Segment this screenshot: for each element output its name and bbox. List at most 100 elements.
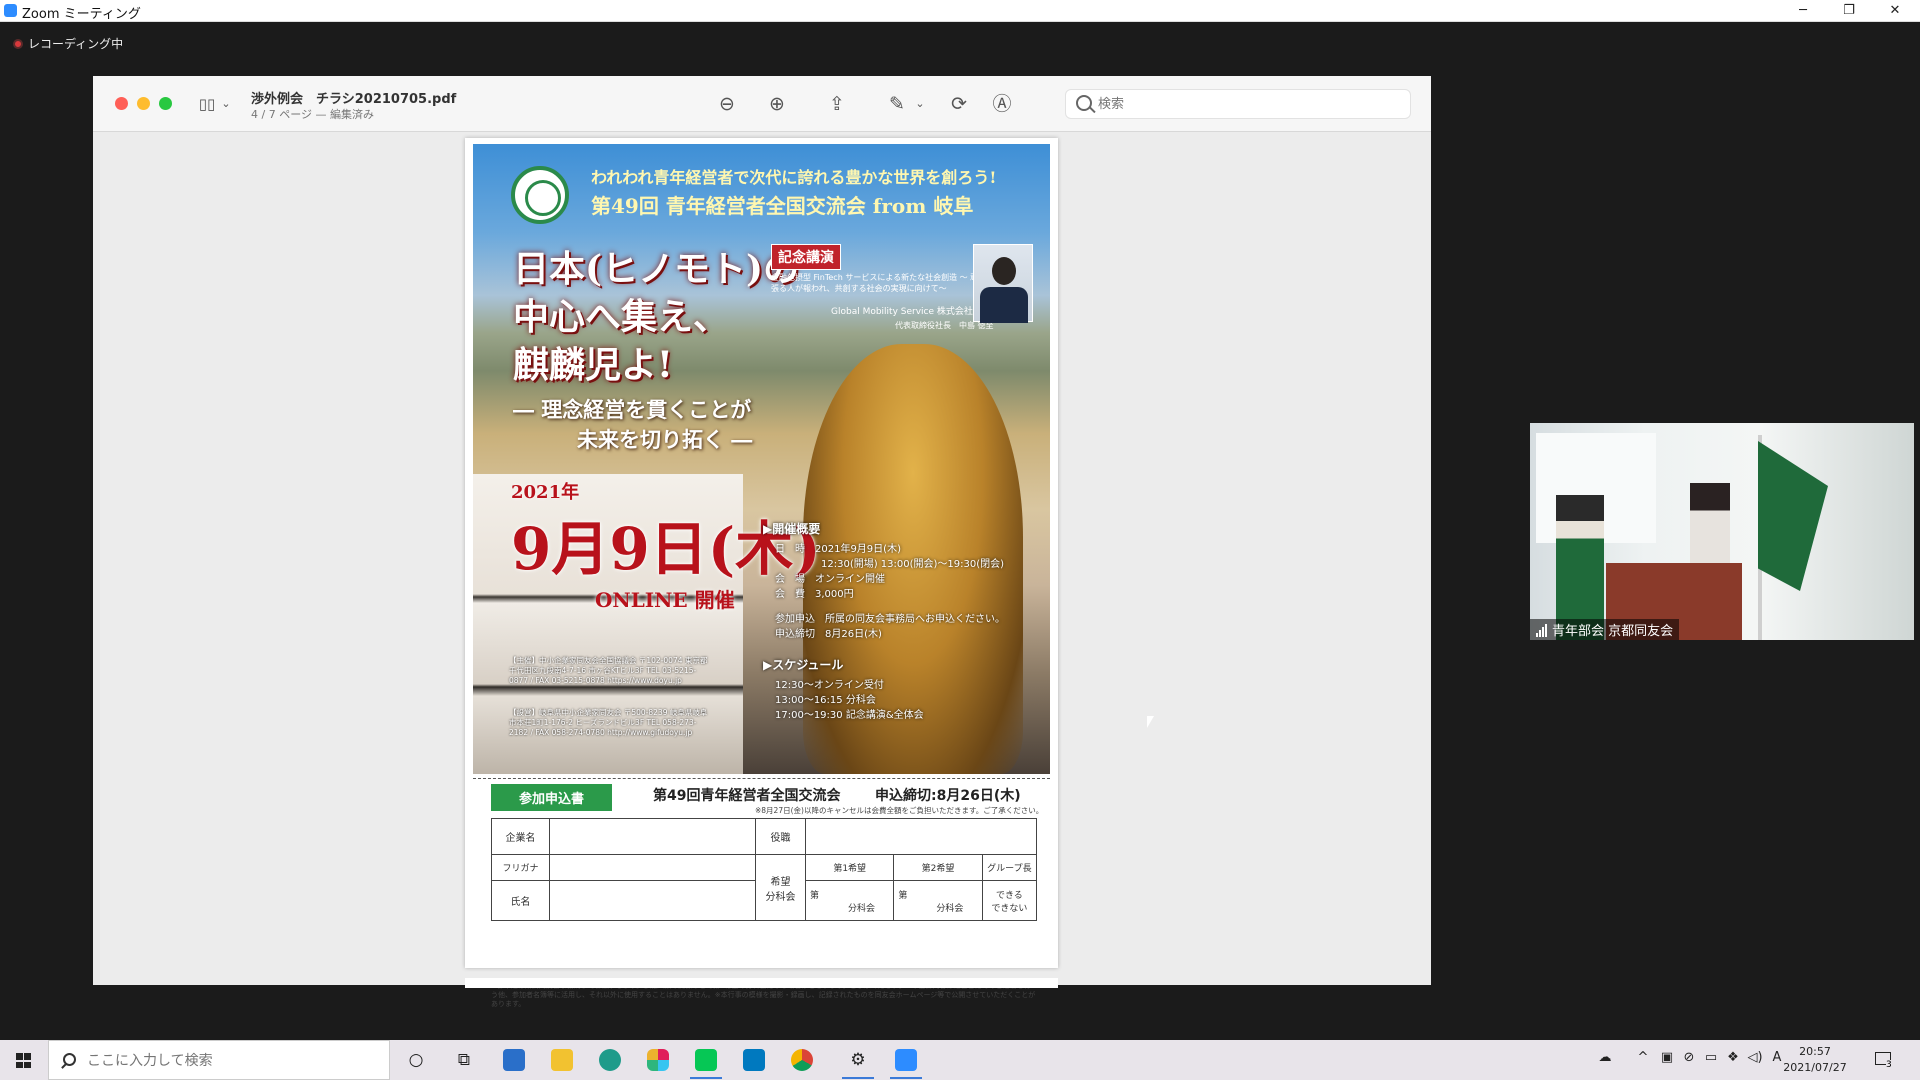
schedule-item: 12:30～オンライン受付 xyxy=(775,680,884,691)
company-cell xyxy=(549,818,756,855)
device-icon[interactable]: ▣ xyxy=(1656,1050,1678,1065)
clock-time: 20:57 xyxy=(1799,1045,1831,1058)
pdf-page: われわれ青年経営者で次代に誇れる豊かな世界を創ろう! 第49回 青年経営者全国交… xyxy=(465,138,1058,1008)
flyer-event-title: 第49回 青年経営者全国交流会 from 岐阜 xyxy=(591,194,974,218)
show-hidden-icons-icon[interactable]: ^ xyxy=(1632,1050,1654,1065)
windows-taskbar: ○ ⧉ ⚙ ☁ ^ ▣ ⊘ ▭ ❖ ◁) A 20:57 2021/07/27 … xyxy=(0,1040,1920,1080)
start-button[interactable] xyxy=(0,1040,48,1080)
rotate-icon[interactable]: ⟳ xyxy=(945,90,973,118)
close-window-button[interactable] xyxy=(115,97,128,110)
page-info: 4 / 7 ページ — 編集済み xyxy=(251,108,374,121)
schedule-item: 17:00～19:30 記念講演&全体会 xyxy=(775,710,924,721)
taskbar-search-box[interactable] xyxy=(48,1040,390,1080)
online-label: ONLINE 開催 xyxy=(595,588,735,612)
schedule-heading: ▶スケジュール xyxy=(763,658,844,672)
weather-icon[interactable]: ☁ xyxy=(1594,1050,1616,1065)
overview-item: 12:30(開場) 13:00(開会)～19:30(閉会) xyxy=(821,559,1005,570)
overview-item: 申込締切 8月26日(木) xyxy=(775,629,882,640)
edge-icon[interactable] xyxy=(590,1045,630,1075)
furigana-label: フリガナ xyxy=(491,854,550,881)
bw-app-icon[interactable] xyxy=(494,1045,534,1075)
form-deadline: 申込締切:8月26日(木) xyxy=(875,788,1021,804)
taskbar-search-input[interactable] xyxy=(87,1051,377,1071)
restore-button[interactable]: ❐ xyxy=(1826,0,1872,22)
preview-search-input[interactable] xyxy=(1098,94,1398,114)
subline-1: ― 理念経営を貫くことが xyxy=(513,397,752,422)
zoom-window-button[interactable] xyxy=(159,97,172,110)
taskbar-clock[interactable]: 20:57 2021/07/27 xyxy=(1780,1044,1850,1076)
schedule-item: 13:00～16:15 分科会 xyxy=(775,695,876,706)
name-cell xyxy=(549,880,756,921)
doyukai-logo-icon xyxy=(511,166,569,224)
first-choice-cell: 第分科会 xyxy=(804,880,895,921)
sidebar-toggle-icon[interactable]: ▯▯ xyxy=(193,90,221,118)
company-label: 企業名 xyxy=(491,818,550,855)
event-year: 2021年 xyxy=(511,482,580,503)
minimize-window-button[interactable] xyxy=(137,97,150,110)
clock-date: 2021/07/27 xyxy=(1783,1061,1847,1074)
recording-label: レコーディング中 xyxy=(28,37,124,51)
search-icon xyxy=(63,1053,76,1066)
position-label: 役職 xyxy=(755,818,806,855)
window-title: Zoom ミーティング xyxy=(22,7,141,22)
windows-logo-icon xyxy=(16,1053,31,1068)
notification-center-icon[interactable]: 3 xyxy=(1872,1048,1896,1072)
file-explorer-icon[interactable] xyxy=(542,1045,582,1075)
group-leader-cell: できる できない xyxy=(981,880,1038,921)
preview-toolbar: ▯▯ ⌄ 渉外例会 チラシ20210705.pdf 4 / 7 ページ — 編集… xyxy=(93,76,1431,132)
desired-subcommittee-label: 希望 分科会 xyxy=(755,854,806,921)
markup-chevron-icon[interactable]: ⌄ xyxy=(913,90,927,118)
group-leader-header: グループ長 xyxy=(981,854,1038,881)
search-icon xyxy=(1076,95,1092,111)
zoom-title-bar: Zoom ミーティング ─ ❐ ✕ xyxy=(0,0,1920,22)
second-choice-header: 第2希望 xyxy=(893,854,983,881)
overview-item: 会 場 オンライン開催 xyxy=(775,574,885,585)
recording-indicator[interactable]: レコーディング中 xyxy=(13,35,123,52)
notification-count: 3 xyxy=(1886,1060,1892,1070)
green-flag xyxy=(1758,441,1828,591)
form-badge: 参加申込書 xyxy=(491,784,613,811)
speaker-head xyxy=(992,257,1016,285)
minimize-button[interactable]: ─ xyxy=(1780,0,1826,22)
form-note: ※8月27日(金)以降のキャンセルは会費全額をご負担いただきます。ご了承ください… xyxy=(755,806,1044,815)
presenter-person xyxy=(1690,483,1730,575)
zoom-out-icon[interactable]: ⊖ xyxy=(713,90,741,118)
headline-line-3: 麒麟児よ! xyxy=(513,344,673,386)
headline-line-1: 日本(ヒノモト)の xyxy=(513,248,800,290)
headline-line-2: 中心へ集え、 xyxy=(513,296,730,338)
settings-icon[interactable]: ⚙ xyxy=(838,1045,878,1079)
application-form-table: 企業名 役職 フリガナ 希望 分科会 第1希望 第2希望 グループ長 氏名 第分科… xyxy=(491,818,1038,921)
zoom-icon[interactable] xyxy=(886,1045,926,1079)
mouse-cursor-icon xyxy=(1147,716,1154,728)
dropbox-icon[interactable]: ❖ xyxy=(1722,1050,1744,1065)
first-choice-header: 第1希望 xyxy=(804,854,895,881)
pen-icon[interactable]: ✎ xyxy=(883,90,911,118)
speaker-body xyxy=(980,287,1028,323)
volume-icon[interactable]: ◁) xyxy=(1744,1050,1766,1065)
share-icon[interactable]: ⇪ xyxy=(823,90,851,118)
network-icon[interactable]: ▭ xyxy=(1700,1050,1722,1065)
chevron-down-icon[interactable]: ⌄ xyxy=(219,90,233,118)
next-pdf-page xyxy=(465,978,1058,988)
markup-circle-icon[interactable]: Ⓐ xyxy=(988,90,1016,118)
host-info: 【設営】岐阜県中小企業家同友会 〒500-8239 岐阜県岐阜市本荘1町1-17… xyxy=(509,708,708,737)
task-view-icon[interactable]: ⧉ xyxy=(444,1045,484,1075)
zoom-in-icon[interactable]: ⊕ xyxy=(763,90,791,118)
shared-screen-preview-window: ▯▯ ⌄ 渉外例会 チラシ20210705.pdf 4 / 7 ページ — 編集… xyxy=(93,76,1431,1008)
participant-name: 青年部会 京都同友会 xyxy=(1552,624,1674,639)
trello-icon[interactable] xyxy=(734,1045,774,1075)
record-icon xyxy=(13,38,23,49)
overview-item: 会 費 3,000円 xyxy=(775,589,854,600)
lecture-description: 金融包摂型 FinTech サービスによる新たな社会創造 ～ 頑張る人が報われ、… xyxy=(771,273,979,293)
signal-strength-icon xyxy=(1536,622,1548,637)
security-icon[interactable]: ⊘ xyxy=(1678,1050,1700,1065)
chrome-icon[interactable] xyxy=(782,1045,822,1075)
slack-icon[interactable] xyxy=(638,1045,678,1075)
line-icon[interactable] xyxy=(686,1045,726,1079)
furigana-cell xyxy=(549,854,756,881)
close-button[interactable]: ✕ xyxy=(1872,0,1918,22)
cortana-icon[interactable]: ○ xyxy=(396,1045,436,1075)
preview-search-field[interactable] xyxy=(1065,89,1411,119)
participant-video-tile[interactable]: 青年部会 京都同友会 xyxy=(1530,423,1914,640)
zoom-logo-icon xyxy=(4,4,17,17)
